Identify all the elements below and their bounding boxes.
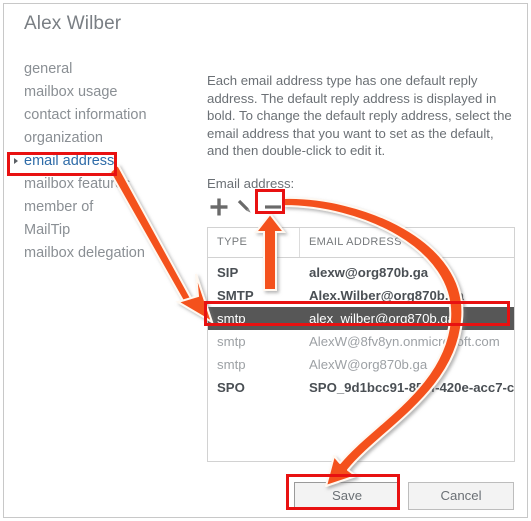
dialog-window: Alex Wilber general mailbox usage contac… [3, 3, 528, 518]
cell-type: SIP [217, 265, 239, 280]
cell-type: smtp [217, 357, 246, 372]
table-body: SIP alexw@org870b.ga SMTP Alex.Wilber@or… [208, 258, 514, 399]
table-row[interactable]: smtp AlexW@8fv8yn.onmicrosoft.com [208, 330, 514, 353]
save-button[interactable]: Save [294, 482, 400, 510]
sidebar-item-label: organization [24, 130, 103, 146]
cell-type: SMTP [217, 288, 254, 303]
email-address-label: Email address: [207, 176, 295, 191]
sidebar-item-label: member of [24, 199, 94, 215]
sidebar-item-label: mailbox features [24, 176, 131, 192]
cell-email: Alex.Wilber@org870b.ga [309, 288, 464, 303]
sidebar-item-label: mailbox usage [24, 84, 118, 100]
cell-email: SPO_9d1bcc91-854f-420e-acc7-c3... [309, 380, 514, 395]
cell-email: alexw@org870b.ga [309, 265, 429, 280]
sidebar-item-mailtip[interactable]: MailTip [24, 219, 194, 242]
table-row[interactable]: SIP alexw@org870b.ga [208, 261, 514, 284]
sidebar-nav: general mailbox usage contact informatio… [14, 58, 194, 265]
cancel-button[interactable]: Cancel [408, 482, 514, 510]
cell-email: AlexW@8fv8yn.onmicrosoft.com [309, 334, 500, 349]
page-title: Alex Wilber [24, 13, 122, 34]
cell-type: smtp [217, 334, 246, 349]
cell-email: AlexW@org870b.ga [309, 357, 428, 372]
cell-type: SPO [217, 380, 245, 395]
sidebar-item-label: email address [24, 153, 115, 169]
sidebar-item-contact-information[interactable]: contact information [24, 104, 194, 127]
minus-icon[interactable] [261, 195, 285, 219]
column-header-type[interactable]: TYPE [208, 228, 300, 257]
sidebar-item-member-of[interactable]: member of [24, 196, 194, 219]
sidebar-item-label: MailTip [24, 222, 71, 238]
table-row[interactable]: SPO SPO_9d1bcc91-854f-420e-acc7-c3... [208, 376, 514, 399]
description-text: Each email address type has one default … [207, 73, 512, 159]
plus-icon[interactable] [207, 195, 231, 219]
triangle-right-icon [14, 158, 18, 164]
sidebar-item-organization[interactable]: organization [24, 127, 194, 150]
cell-email: alex_wilber@org870b.ga [309, 311, 456, 326]
sidebar-item-mailbox-features[interactable]: mailbox features [24, 173, 194, 196]
sidebar-item-mailbox-usage[interactable]: mailbox usage [24, 81, 194, 104]
table-header-row: TYPE EMAIL ADDRESS [208, 228, 514, 258]
table-row[interactable]: SMTP Alex.Wilber@org870b.ga [208, 284, 514, 307]
table-row[interactable]: smtp AlexW@org870b.ga [208, 353, 514, 376]
pencil-icon[interactable] [233, 195, 257, 219]
sidebar-item-general[interactable]: general [24, 58, 194, 81]
column-header-email-address[interactable]: EMAIL ADDRESS [300, 228, 514, 257]
screenshot-root: Alex Wilber general mailbox usage contac… [0, 0, 531, 521]
sidebar-item-label: general [24, 61, 73, 77]
email-address-table: TYPE EMAIL ADDRESS SIP alexw@org870b.ga … [207, 227, 515, 462]
table-row-selected[interactable]: smtp alex_wilber@org870b.ga [208, 307, 514, 330]
sidebar-item-mailbox-delegation[interactable]: mailbox delegation [24, 242, 194, 265]
sidebar-item-email-address[interactable]: email address [14, 150, 194, 173]
sidebar-item-label: mailbox delegation [24, 245, 145, 261]
sidebar-item-label: contact information [24, 107, 147, 123]
cell-type: smtp [217, 311, 246, 326]
